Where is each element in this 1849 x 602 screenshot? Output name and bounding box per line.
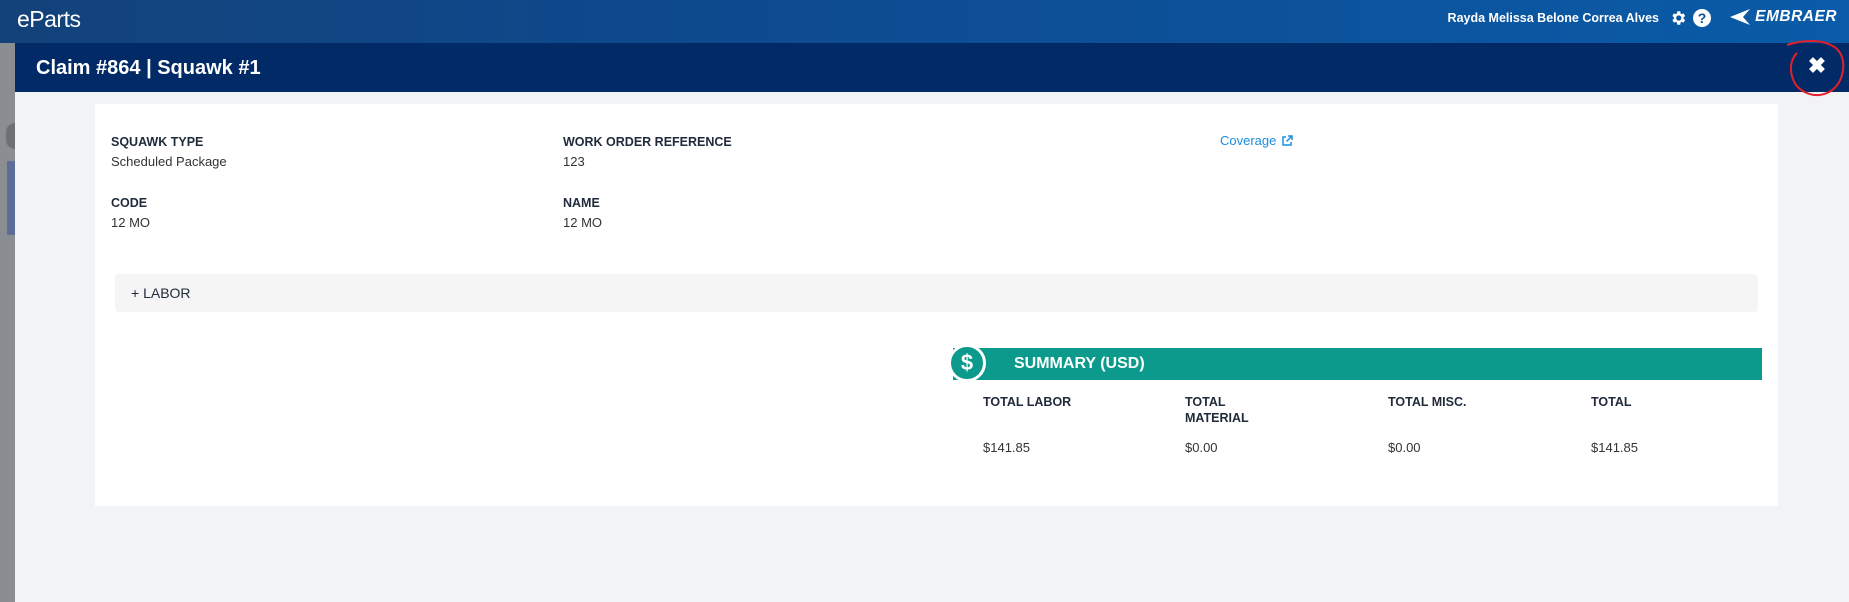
total-material-label: TOTAL MATERIAL — [1185, 395, 1249, 425]
squawk-type-label: SQUAWK TYPE — [111, 135, 204, 149]
total-labor-label: TOTAL LABOR — [983, 395, 1072, 409]
squawk-type-value: Scheduled Package — [111, 154, 227, 169]
modal-header: Claim #864 | Squawk #1 ✖ — [15, 40, 1849, 97]
help-icon[interactable]: ? — [1693, 9, 1711, 27]
modal-title: Claim #864 | Squawk #1 — [36, 57, 261, 79]
dollar-icon: $ — [948, 344, 986, 382]
code-label: CODE — [111, 196, 148, 210]
squawk-modal: Claim #864 | Squawk #1 ✖ SQUAWK TYPE Sch… — [15, 40, 1849, 602]
name-label: NAME — [563, 196, 600, 210]
backdrop-shape — [7, 161, 15, 235]
coverage-link[interactable]: Coverage — [1220, 133, 1294, 148]
user-name[interactable]: Rayda Melissa Belone Correa Alves — [1448, 11, 1659, 25]
embraer-logo-icon — [1730, 9, 1751, 25]
app-brand-logo[interactable]: eParts — [17, 6, 81, 33]
name-value: 12 MO — [563, 215, 603, 230]
total-material-value: $0.00 — [1185, 440, 1218, 455]
backdrop-shape — [6, 123, 15, 149]
gear-icon[interactable] — [1669, 9, 1687, 27]
total-labor-value: $141.85 — [983, 440, 1030, 455]
squawk-details-panel: SQUAWK TYPE Scheduled Package WORK ORDER… — [95, 104, 1778, 506]
work-order-label: WORK ORDER REFERENCE — [563, 135, 732, 149]
summary-title: SUMMARY (USD) — [1014, 355, 1145, 372]
close-icon[interactable]: ✖ — [1805, 54, 1829, 78]
total-value: $141.85 — [1591, 440, 1638, 455]
external-link-icon — [1282, 134, 1294, 146]
embraer-logo: EMBRAER — [1728, 8, 1837, 26]
work-order-value: 123 — [563, 154, 585, 169]
total-label: TOTAL — [1591, 395, 1632, 409]
company-name: EMBRAER — [1755, 8, 1837, 25]
code-value: 12 MO — [111, 215, 151, 230]
underlying-page-backdrop — [0, 43, 15, 602]
coverage-link-label: Coverage — [1220, 133, 1277, 148]
total-misc-value: $0.00 — [1388, 440, 1421, 455]
top-app-bar: eParts Rayda Melissa Belone Correa Alves… — [0, 0, 1849, 43]
total-misc-label: TOTAL MISC. — [1388, 395, 1467, 409]
labor-section-toggle[interactable]: + LABOR — [115, 274, 1758, 312]
labor-toggle-label: + LABOR — [131, 285, 191, 301]
